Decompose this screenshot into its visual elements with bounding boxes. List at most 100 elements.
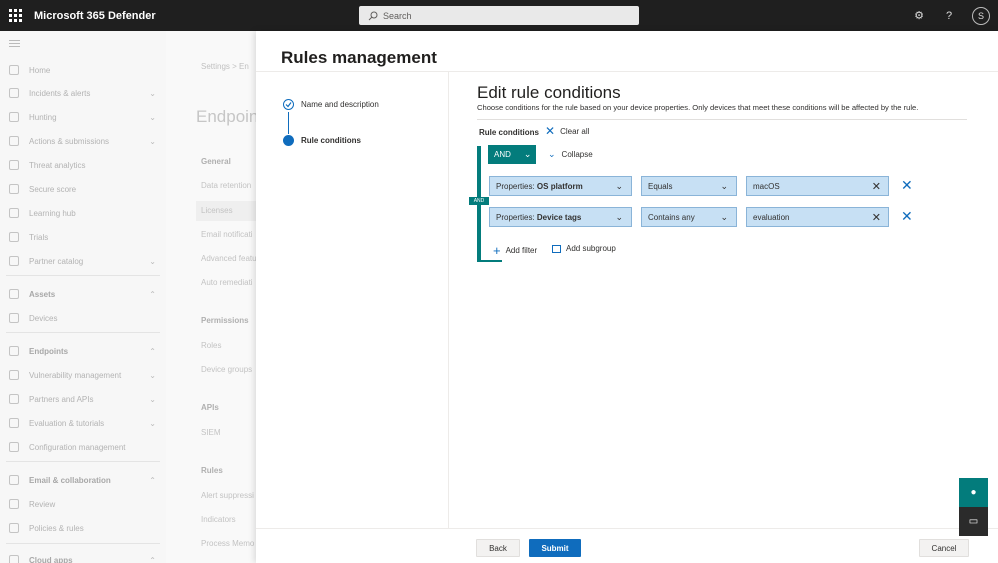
collapse-label: Collapse: [561, 150, 593, 159]
chevron-down-icon[interactable]: ⌄: [149, 137, 156, 146]
add-filter-button[interactable]: + Add filter: [493, 243, 537, 258]
property-value: Properties: OS platform: [496, 181, 583, 191]
nav-item[interactable]: Trials: [0, 229, 166, 245]
nav-item[interactable]: Secure score: [0, 181, 166, 197]
feedback-button[interactable]: ▭: [959, 507, 988, 536]
back-button[interactable]: Back: [476, 539, 520, 557]
nav-item-icon: [9, 475, 19, 485]
value-input[interactable]: evaluation ✕: [746, 207, 889, 227]
settings-link[interactable]: Alert suppressi: [201, 491, 254, 500]
section-description: Choose conditions for the rule based on …: [477, 103, 919, 112]
page-title: Endpoin: [196, 107, 259, 126]
app-title[interactable]: Microsoft 365 Defender: [34, 10, 156, 22]
hamburger-icon[interactable]: [9, 40, 20, 49]
clear-value-icon[interactable]: ✕: [872, 180, 881, 193]
nav-item[interactable]: Assets ⌃: [0, 286, 166, 302]
avatar[interactable]: S: [972, 6, 990, 25]
remove-condition-icon[interactable]: ✕: [901, 177, 913, 194]
nav-item[interactable]: Partner catalog ⌄: [0, 253, 166, 269]
nav-item[interactable]: Cloud apps ⌃: [0, 552, 166, 563]
divider: [256, 71, 998, 72]
nav-item[interactable]: Policies & rules: [0, 520, 166, 536]
settings-link[interactable]: Data retention: [201, 181, 251, 190]
search-input[interactable]: Search: [359, 6, 639, 25]
checkmark-icon: [283, 99, 294, 110]
nav-item[interactable]: Devices: [0, 310, 166, 326]
chevron-down-icon: ⌄: [720, 211, 728, 222]
subgroup-icon: [552, 244, 561, 253]
divider: [477, 119, 967, 120]
settings-link[interactable]: Process Memo: [201, 539, 254, 548]
submit-button[interactable]: Submit: [529, 539, 581, 557]
chevron-up-icon[interactable]: ⌃: [149, 347, 156, 356]
nav-item[interactable]: Learning hub: [0, 205, 166, 221]
nav-item-icon: [9, 313, 19, 323]
nav-item[interactable]: Review: [0, 496, 166, 512]
nav-item[interactable]: Home: [0, 62, 166, 78]
help-assistant-button[interactable]: ●: [959, 478, 988, 507]
remove-condition-icon[interactable]: ✕: [901, 208, 913, 225]
group-operator-dropdown[interactable]: AND ⌄: [488, 145, 536, 164]
nav-item[interactable]: Endpoints ⌃: [0, 343, 166, 359]
nav-item[interactable]: Actions & submissions ⌄: [0, 133, 166, 149]
clear-value-icon[interactable]: ✕: [872, 211, 881, 224]
app-launcher-icon[interactable]: [9, 8, 23, 23]
operator-value: Contains any: [648, 212, 695, 222]
add-subgroup-button[interactable]: Add subgroup: [552, 244, 616, 253]
chevron-down-icon[interactable]: ⌄: [149, 395, 156, 404]
divider: [256, 528, 998, 529]
chevron-up-icon[interactable]: ⌃: [149, 476, 156, 485]
property-dropdown[interactable]: Properties: OS platform ⌄: [489, 176, 632, 196]
nav-item-icon: [9, 208, 19, 218]
gear-icon[interactable]: ⚙: [912, 9, 926, 23]
help-icon[interactable]: ?: [942, 9, 956, 23]
nav-item[interactable]: Email & collaboration ⌃: [0, 472, 166, 488]
nav-item-icon: [9, 65, 19, 75]
settings-link[interactable]: SIEM: [201, 428, 221, 437]
cancel-button[interactable]: Cancel: [919, 539, 969, 557]
nav-item-label: Policies & rules: [29, 523, 84, 533]
operator-dropdown[interactable]: Equals ⌄: [641, 176, 737, 196]
settings-link[interactable]: Device groups: [201, 365, 252, 374]
chevron-down-icon[interactable]: ⌄: [149, 419, 156, 428]
plus-icon: +: [493, 243, 501, 258]
nav-item[interactable]: Incidents & alerts ⌄: [0, 85, 166, 101]
value-text: macOS: [753, 181, 780, 191]
nav-item[interactable]: Evaluation & tutorials ⌄: [0, 415, 166, 431]
nav-item-label: Incidents & alerts: [29, 88, 91, 98]
settings-link[interactable]: Auto remediati: [201, 278, 253, 287]
chevron-down-icon[interactable]: ⌄: [149, 257, 156, 266]
chevron-down-icon[interactable]: ⌄: [149, 89, 156, 98]
chevron-up-icon[interactable]: ⌃: [149, 556, 156, 563]
nav-item[interactable]: Vulnerability management ⌄: [0, 367, 166, 383]
step-rule-conditions[interactable]: Rule conditions: [283, 135, 361, 146]
clear-all-button[interactable]: ✕ Clear all: [545, 125, 589, 137]
group-operator-value: AND: [494, 150, 511, 159]
nav-item-icon: [9, 232, 19, 242]
settings-link[interactable]: Licenses: [201, 206, 233, 215]
nav-divider: [6, 275, 160, 276]
settings-link[interactable]: Email notificati: [201, 230, 253, 239]
settings-link[interactable]: Indicators: [201, 515, 236, 524]
nav-item[interactable]: Hunting ⌄: [0, 109, 166, 125]
nav-item[interactable]: Threat analytics: [0, 157, 166, 173]
chevron-down-icon: ⌄: [615, 180, 623, 191]
settings-link[interactable]: Roles: [201, 341, 221, 350]
nav-item[interactable]: Configuration management: [0, 439, 166, 455]
chevron-up-icon[interactable]: ⌃: [149, 290, 156, 299]
operator-dropdown[interactable]: Contains any ⌄: [641, 207, 737, 227]
settings-link[interactable]: Advanced featu: [201, 254, 257, 263]
nav-item-icon: [9, 346, 19, 356]
nav-divider: [6, 332, 160, 333]
chevron-down-icon[interactable]: ⌄: [149, 113, 156, 122]
lightbulb-icon: ●: [970, 487, 977, 498]
step-name-and-description[interactable]: Name and description: [283, 99, 379, 110]
chevron-down-icon[interactable]: ⌄: [149, 371, 156, 380]
nav-item-label: Partner catalog: [29, 256, 84, 266]
collapse-button[interactable]: ⌄ Collapse: [548, 149, 593, 160]
nav-item[interactable]: Partners and APIs ⌄: [0, 391, 166, 407]
chevron-down-icon: ⌄: [523, 149, 532, 159]
step-label: Name and description: [301, 100, 379, 109]
property-dropdown[interactable]: Properties: Device tags ⌄: [489, 207, 632, 227]
value-input[interactable]: macOS ✕: [746, 176, 889, 196]
